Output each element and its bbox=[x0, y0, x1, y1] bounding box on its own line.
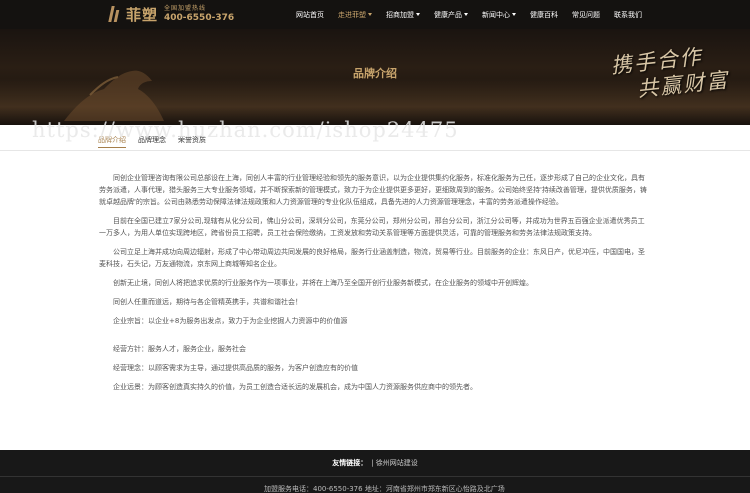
nav-item-faq[interactable]: 常见问题 bbox=[572, 10, 600, 20]
site-logo[interactable]: 菲塑 全国加盟热线 400-6550-376 bbox=[108, 3, 234, 25]
paragraph: 企业宗旨：以企业+8为服务出发点，致力于为企业挖掘人力资源中的价值源 bbox=[113, 317, 348, 325]
main-nav: 网站首页 走进菲塑 招商加盟 健康产品 新闻中心 健康百科 常见问题 联系我们 bbox=[296, 0, 656, 29]
nav-item-about[interactable]: 走进菲塑 bbox=[338, 10, 372, 20]
paragraph: 公司立足上海并成功向周边辐射，形成了中心带动周边共同发展的良好格局，服务行业涵盖… bbox=[99, 248, 645, 268]
nav-item-franchise[interactable]: 招商加盟 bbox=[386, 10, 420, 20]
nav-item-contact[interactable]: 联系我们 bbox=[614, 10, 642, 20]
friend-link[interactable]: | 徐州网站建设 bbox=[371, 459, 418, 467]
divider bbox=[0, 476, 750, 477]
site-footer: 友情链接： | 徐州网站建设 加盟服务电话：400-6550-376 地址：河南省… bbox=[0, 450, 750, 493]
hotline-label: 全国加盟热线 bbox=[164, 4, 207, 12]
brand-logo-icon bbox=[108, 4, 122, 24]
friend-links: 友情链接： | 徐州网站建设 bbox=[0, 458, 750, 468]
footer-contact: 加盟服务电话：400-6550-376 地址：河南省郑州市郑东新区心怡路及北广场 bbox=[264, 485, 505, 493]
paragraph: 经营方针：服务人才，服务企业，服务社会 bbox=[113, 345, 246, 353]
nav-item-products[interactable]: 健康产品 bbox=[434, 10, 468, 20]
paragraph: 目前在全国已建立7家分公司,现辖有从化分公司，佛山分公司，深圳分公司，东莞分公司… bbox=[99, 217, 645, 237]
paragraph: 同创企业管理咨询有限公司总部设在上海，同创人丰富的行业管理经验和领先的服务意识，… bbox=[99, 174, 647, 206]
divider bbox=[0, 150, 750, 151]
nav-item-home[interactable]: 网站首页 bbox=[296, 10, 324, 20]
paragraph: 同创人任重而道远，期待与各企管精英携手，共谱和谐社会！ bbox=[113, 298, 302, 306]
nav-item-wiki[interactable]: 健康百科 bbox=[530, 10, 558, 20]
hotline: 全国加盟热线 400-6550-376 bbox=[164, 4, 235, 23]
nav-item-news[interactable]: 新闻中心 bbox=[482, 10, 516, 20]
page-banner: 品牌介绍 携手合作 共赢财富 bbox=[0, 29, 750, 125]
chevron-down-icon bbox=[512, 13, 516, 16]
brand-name: 菲塑 bbox=[126, 5, 159, 24]
friend-links-label: 友情链接： bbox=[332, 459, 368, 467]
paragraph: 创新无止境，同创人将把追求优质的行业服务作为一项事业，并将在上海乃至全国开创行业… bbox=[113, 279, 533, 287]
chevron-down-icon bbox=[368, 13, 372, 16]
site-header: 菲塑 全国加盟热线 400-6550-376 网站首页 走进菲塑 招商加盟 健康… bbox=[0, 0, 750, 29]
paragraph: 经营理念：以顾客需求为主导，通过提供高品质的服务，为客户创造应有的价值 bbox=[113, 364, 358, 372]
chevron-down-icon bbox=[416, 13, 420, 16]
hotline-number: 400-6550-376 bbox=[164, 12, 235, 23]
article-body: 同创企业管理咨询有限公司总部设在上海，同创人丰富的行业管理经验和领先的服务意识，… bbox=[99, 172, 651, 400]
paragraph: 企业远景：为顾客创造真实持久的价值，为员工创造合适长远的发展机会，成为中国人力资… bbox=[113, 383, 477, 391]
chevron-down-icon bbox=[464, 13, 468, 16]
watermark-url: https://www.huzhan.com/ishop24475 bbox=[32, 118, 459, 142]
